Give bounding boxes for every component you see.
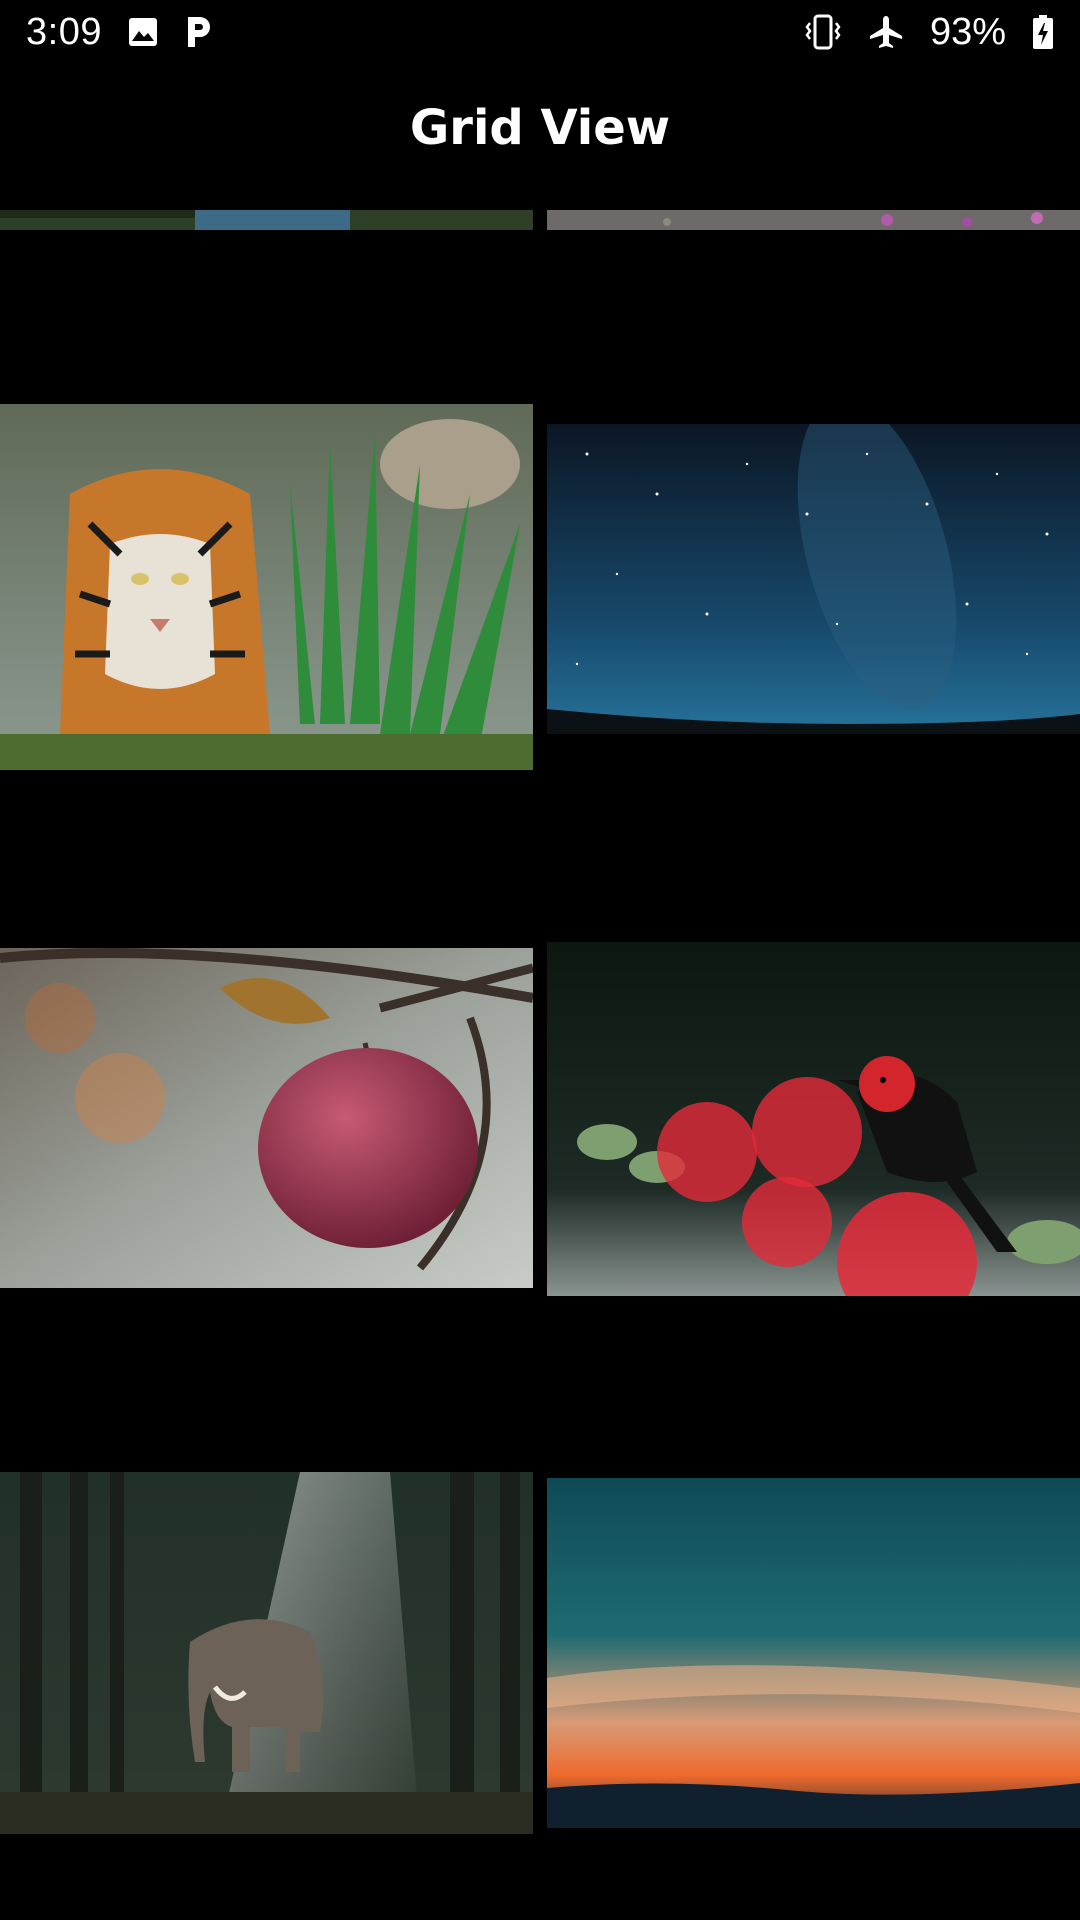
grid-image-sunset[interactable] bbox=[547, 1478, 1080, 1828]
grid-image-elephant[interactable] bbox=[0, 1472, 533, 1834]
grid-image-lake-forest[interactable] bbox=[0, 210, 533, 230]
grid-image-tiger[interactable] bbox=[0, 404, 533, 770]
grid-image-flower-field[interactable] bbox=[547, 210, 1080, 230]
grid-image-night-sky[interactable] bbox=[547, 424, 1080, 764]
image-grid bbox=[0, 0, 1080, 1920]
grid-image-apple[interactable] bbox=[0, 948, 533, 1288]
grid-image-red-bird[interactable] bbox=[547, 942, 1080, 1296]
